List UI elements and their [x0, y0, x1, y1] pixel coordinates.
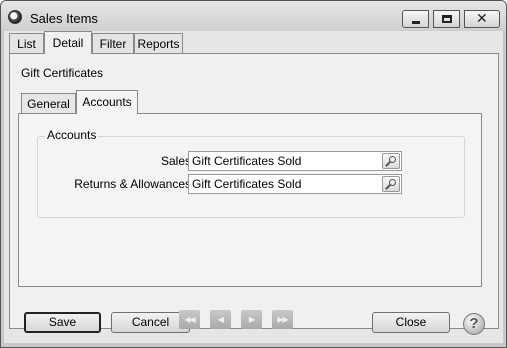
accounts-groupbox: Accounts Sales Gift Certificates Sold Re… [37, 128, 465, 218]
sales-label: Sales [160, 154, 191, 168]
save-button[interactable]: Save [24, 312, 101, 333]
tab-reports[interactable]: Reports [134, 33, 183, 53]
tab-detail[interactable]: Detail [44, 31, 92, 54]
first-record-icon: ◀◀ [184, 315, 195, 324]
close-button[interactable]: Close [372, 312, 450, 333]
returns-allowances-label: Returns & Allowances [74, 177, 191, 191]
close-icon: ✕ [476, 11, 488, 27]
sales-account-field[interactable]: Gift Certificates Sold [188, 151, 402, 171]
accounts-panel: Accounts Sales Gift Certificates Sold Re… [18, 113, 482, 287]
app-logo-icon [8, 10, 22, 24]
minimize-icon [412, 21, 420, 24]
record-title: Gift Certificates [21, 66, 104, 80]
returns-allowances-account-value: Gift Certificates Sold [192, 177, 302, 191]
tab-accounts[interactable]: Accounts [76, 90, 138, 114]
help-icon: ? [469, 315, 479, 332]
last-record-button[interactable]: ▶▶ [272, 310, 293, 329]
maximize-button[interactable] [433, 10, 460, 28]
window-title: Sales Items [30, 11, 98, 26]
maximize-icon [442, 15, 452, 23]
sales-account-value: Gift Certificates Sold [192, 154, 302, 168]
first-record-button[interactable]: ◀◀ [179, 310, 200, 329]
accounts-group-title: Accounts [45, 128, 99, 142]
window-client-area: List Detail Filter Reports Gift Certific… [4, 31, 503, 343]
tab-filter[interactable]: Filter [92, 33, 134, 53]
sales-lookup-button[interactable] [382, 153, 400, 169]
next-record-icon: ▶ [248, 315, 255, 324]
minimize-button[interactable] [402, 10, 429, 28]
next-record-button[interactable]: ▶ [241, 310, 262, 329]
returns-allowances-lookup-button[interactable] [382, 176, 400, 192]
previous-record-icon: ◀ [217, 315, 224, 324]
help-button[interactable]: ? [463, 313, 485, 335]
title-bar[interactable]: Sales Items ✕ [1, 1, 506, 31]
sales-items-window: Sales Items ✕ List Detail Filter Reports… [0, 0, 507, 348]
close-window-button[interactable]: ✕ [464, 10, 500, 28]
tab-list[interactable]: List [9, 33, 44, 53]
returns-allowances-account-field[interactable]: Gift Certificates Sold [188, 174, 402, 194]
last-record-icon: ▶▶ [277, 315, 288, 324]
previous-record-button[interactable]: ◀ [210, 310, 231, 329]
tab-general[interactable]: General [21, 93, 76, 113]
